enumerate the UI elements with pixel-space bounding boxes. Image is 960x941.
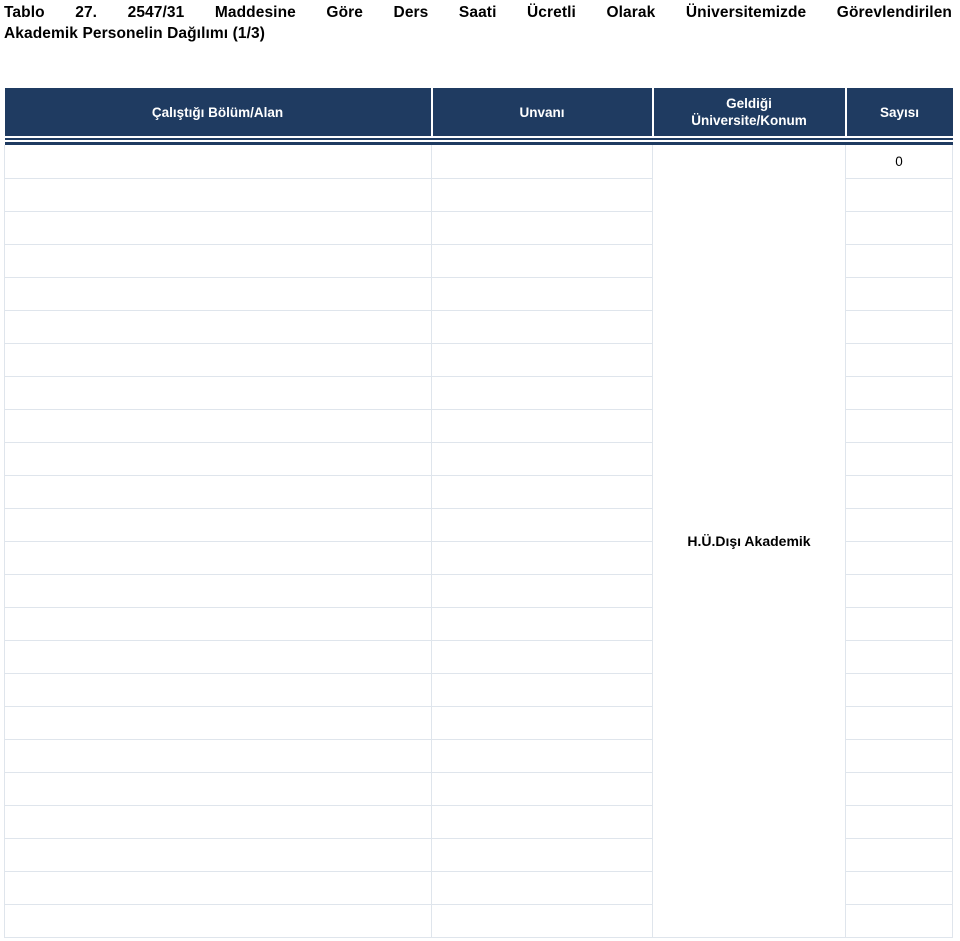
cell-count[interactable] [845, 211, 953, 245]
cell-count[interactable] [845, 574, 953, 608]
table-row: H.Ü.Dışı Akademik 0 [4, 145, 953, 938]
cell-count[interactable] [845, 772, 953, 806]
cell-count[interactable] [845, 871, 953, 905]
cell-department[interactable] [4, 673, 432, 707]
table-header-rule-line [4, 138, 953, 145]
cell-count[interactable] [845, 442, 953, 476]
cell-count[interactable] [845, 376, 953, 410]
cell-title[interactable] [431, 871, 653, 905]
cell-department[interactable] [4, 805, 432, 839]
cell-count[interactable] [845, 805, 953, 839]
cell-title[interactable] [431, 805, 653, 839]
cell-title[interactable] [431, 178, 653, 212]
cell-count[interactable] [845, 178, 953, 212]
cell-department[interactable] [4, 475, 432, 509]
cell-count[interactable]: 0 [845, 145, 953, 179]
cell-title[interactable] [431, 145, 653, 179]
page-title-line-1: Tablo 27. 2547/31 Maddesine Göre Ders Sa… [4, 4, 952, 21]
column-header-origin-line-1: Geldiği [726, 96, 772, 111]
cell-title[interactable] [431, 673, 653, 707]
table-header-rule [4, 136, 953, 145]
cell-count[interactable] [845, 409, 953, 443]
cell-count[interactable] [845, 310, 953, 344]
column-header-origin-line-2: Üniversite/Konum [691, 113, 807, 128]
cell-department[interactable] [4, 310, 432, 344]
cell-title[interactable] [431, 541, 653, 575]
cell-department[interactable] [4, 343, 432, 377]
cell-department[interactable] [4, 244, 432, 278]
cell-title[interactable] [431, 310, 653, 344]
table-header-row: Çalıştığı Bölüm/Alan Unvanı Geldiği Üniv… [4, 88, 953, 138]
cell-title[interactable] [431, 343, 653, 377]
report-table-container: Çalıştığı Bölüm/Alan Unvanı Geldiği Üniv… [4, 88, 953, 938]
cell-department[interactable] [4, 838, 432, 872]
cell-department[interactable] [4, 574, 432, 608]
cell-department[interactable] [4, 211, 432, 245]
cell-title[interactable] [431, 706, 653, 740]
table-body: H.Ü.Dışı Akademik 0 [4, 145, 953, 938]
cell-department[interactable] [4, 772, 432, 806]
cell-count[interactable] [845, 343, 953, 377]
cell-title[interactable] [431, 442, 653, 476]
cell-count[interactable] [845, 607, 953, 641]
page-title-line-2: Akademik Personelin Dağılımı (1/3) [4, 25, 265, 42]
cell-title[interactable] [431, 277, 653, 311]
cell-department[interactable] [4, 409, 432, 443]
column-header-count[interactable]: Sayısı [845, 88, 953, 138]
cell-department[interactable] [4, 541, 432, 575]
cell-department[interactable] [4, 178, 432, 212]
column-header-origin[interactable]: Geldiği Üniversite/Konum [652, 88, 847, 138]
cell-department[interactable] [4, 277, 432, 311]
cell-title[interactable] [431, 739, 653, 773]
cell-title[interactable] [431, 772, 653, 806]
page-title: Tablo 27. 2547/31 Maddesine Göre Ders Sa… [4, 2, 952, 44]
cell-title[interactable] [431, 211, 653, 245]
cell-title[interactable] [431, 409, 653, 443]
report-table: Çalıştığı Bölüm/Alan Unvanı Geldiği Üniv… [4, 88, 953, 938]
cell-department[interactable] [4, 904, 432, 938]
table-header: Çalıştığı Bölüm/Alan Unvanı Geldiği Üniv… [4, 88, 953, 145]
cell-count[interactable] [845, 475, 953, 509]
document-page: Tablo 27. 2547/31 Maddesine Göre Ders Sa… [0, 0, 960, 941]
cell-count[interactable] [845, 739, 953, 773]
cell-count[interactable] [845, 244, 953, 278]
cell-title[interactable] [431, 574, 653, 608]
cell-department[interactable] [4, 739, 432, 773]
cell-department[interactable] [4, 442, 432, 476]
cell-department[interactable] [4, 508, 432, 542]
cell-title[interactable] [431, 376, 653, 410]
cell-count[interactable] [845, 640, 953, 674]
cell-department[interactable] [4, 145, 432, 179]
cell-department[interactable] [4, 376, 432, 410]
cell-department[interactable] [4, 706, 432, 740]
table-header-rule-cell [4, 136, 953, 145]
cell-department[interactable] [4, 871, 432, 905]
column-header-department[interactable]: Çalıştığı Bölüm/Alan [4, 88, 433, 138]
cell-title[interactable] [431, 475, 653, 509]
cell-count[interactable] [845, 904, 953, 938]
cell-count[interactable] [845, 673, 953, 707]
cell-origin-merged[interactable]: H.Ü.Dışı Akademik [652, 145, 846, 938]
cell-title[interactable] [431, 244, 653, 278]
cell-title[interactable] [431, 508, 653, 542]
cell-title[interactable] [431, 640, 653, 674]
cell-count[interactable] [845, 277, 953, 311]
cell-title[interactable] [431, 607, 653, 641]
cell-count[interactable] [845, 706, 953, 740]
cell-count[interactable] [845, 508, 953, 542]
cell-title[interactable] [431, 838, 653, 872]
cell-title[interactable] [431, 904, 653, 938]
cell-count[interactable] [845, 541, 953, 575]
column-header-title[interactable]: Unvanı [431, 88, 654, 138]
cell-department[interactable] [4, 607, 432, 641]
cell-department[interactable] [4, 640, 432, 674]
cell-count[interactable] [845, 838, 953, 872]
